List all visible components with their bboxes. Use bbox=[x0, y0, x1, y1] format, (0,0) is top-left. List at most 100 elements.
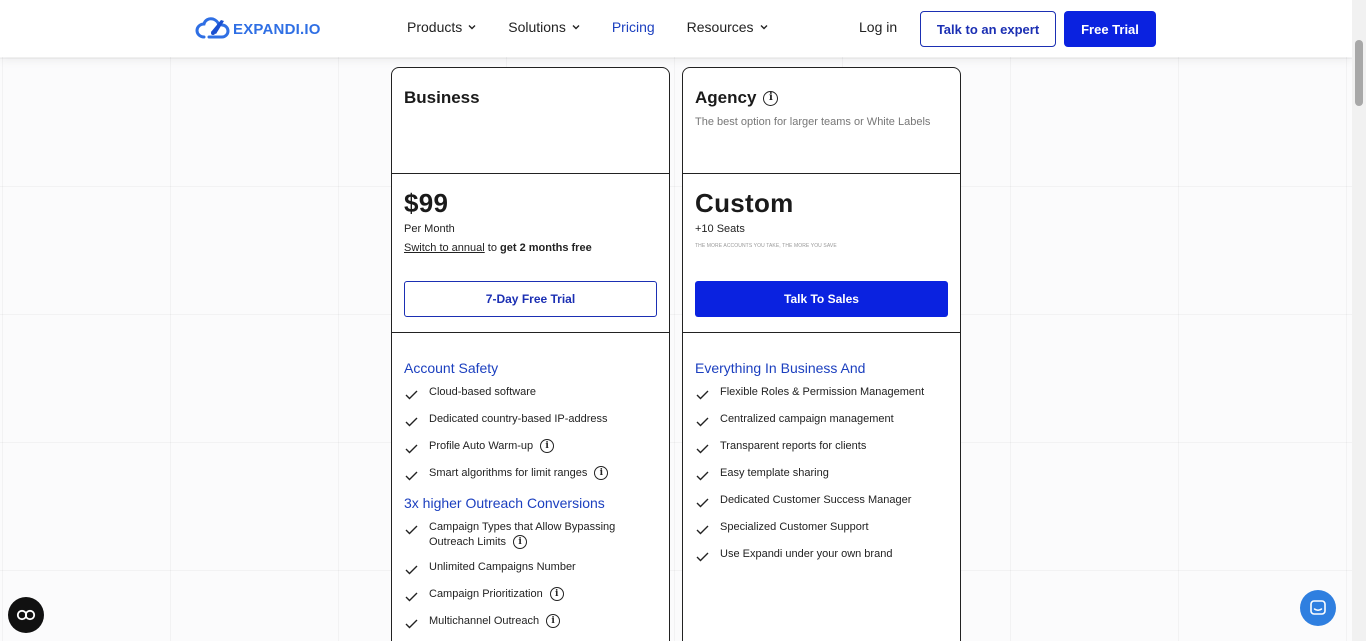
logo[interactable]: EXPANDI.IO bbox=[195, 15, 321, 43]
check-icon bbox=[405, 619, 418, 629]
feature-text: Transparent reports for clients bbox=[720, 440, 867, 452]
scrollbar-thumb[interactable] bbox=[1355, 40, 1363, 106]
feature-text: Cloud-based software bbox=[429, 386, 537, 398]
feature-item: Flexible Roles & Permission Management bbox=[695, 385, 948, 402]
feature-text: Campaign Prioritization bbox=[429, 588, 543, 600]
volume-savings-note: THE MORE ACCOUNTS YOU TAKE, THE MORE YOU… bbox=[695, 243, 837, 249]
feature-text: Centralized campaign management bbox=[720, 413, 894, 425]
check-icon bbox=[405, 444, 418, 454]
plan-price-block: Custom +10 Seats THE MORE ACCOUNTS YOU T… bbox=[683, 174, 960, 333]
check-icon bbox=[696, 417, 709, 427]
chevron-down-icon bbox=[572, 25, 580, 30]
plan-name-text: Agency bbox=[695, 88, 757, 107]
feature-text: Unlimited Campaigns Number bbox=[429, 561, 576, 573]
nav-resources[interactable]: Resources bbox=[687, 19, 768, 35]
nav-pricing[interactable]: Pricing bbox=[612, 19, 655, 35]
chat-launcher-button[interactable] bbox=[1300, 590, 1336, 626]
plan-subtitle: The best option for larger teams or Whit… bbox=[695, 116, 931, 128]
chevron-down-icon bbox=[760, 25, 768, 30]
plan-card-header: Agency i The best option for larger team… bbox=[683, 68, 960, 174]
feature-text: Flexible Roles & Permission Management bbox=[720, 386, 925, 398]
feature-text: Smart algorithms for limit ranges bbox=[429, 467, 588, 479]
feature-text: Dedicated country-based IP-address bbox=[429, 413, 608, 425]
check-icon bbox=[696, 390, 709, 400]
feature-item: Smart algorithms for limit ranges i bbox=[404, 466, 657, 483]
feature-item: Unlimited Campaigns Number bbox=[404, 560, 657, 577]
feature-text: Use Expandi under your own brand bbox=[720, 548, 893, 560]
info-icon[interactable]: i bbox=[763, 90, 779, 106]
check-icon bbox=[405, 417, 418, 427]
cookie-consent-button[interactable] bbox=[8, 597, 44, 633]
plan-period: Per Month bbox=[404, 223, 455, 235]
free-trial-7day-button[interactable]: 7-Day Free Trial bbox=[404, 281, 657, 317]
feature-text: Easy template sharing bbox=[720, 467, 829, 479]
annual-switch-line: Switch to annual to get 2 months free bbox=[404, 242, 657, 254]
info-icon[interactable]: i bbox=[546, 614, 561, 629]
check-icon bbox=[696, 471, 709, 481]
plan-features: Account Safety Cloud-based software Dedi… bbox=[392, 333, 669, 631]
feature-item: Specialized Customer Support bbox=[695, 520, 948, 537]
page-scrollbar[interactable] bbox=[1352, 0, 1366, 641]
login-link[interactable]: Log in bbox=[859, 19, 897, 35]
main-nav: Products Solutions Pricing Resources bbox=[407, 19, 800, 35]
plan-name: Agency i bbox=[695, 88, 948, 108]
check-icon bbox=[696, 525, 709, 535]
info-icon[interactable]: i bbox=[513, 535, 528, 550]
check-icon bbox=[696, 444, 709, 454]
talk-to-expert-button[interactable]: Talk to an expert bbox=[920, 11, 1056, 47]
nav-products[interactable]: Products bbox=[407, 19, 476, 35]
switch-to-annual-link[interactable]: Switch to annual bbox=[404, 242, 485, 254]
chat-icon bbox=[1310, 600, 1326, 615]
plan-price: Custom bbox=[695, 188, 794, 218]
free-trial-button[interactable]: Free Trial bbox=[1064, 11, 1156, 47]
nav-solutions[interactable]: Solutions bbox=[508, 19, 580, 35]
feature-item: Campaign Types that Allow Bypassing Outr… bbox=[404, 520, 657, 550]
feature-section-title: Everything In Business And bbox=[695, 360, 866, 376]
feature-text: Profile Auto Warm-up bbox=[429, 440, 534, 452]
feature-item: Dedicated Customer Success Manager bbox=[695, 493, 948, 510]
check-icon bbox=[696, 498, 709, 508]
site-header: EXPANDI.IO Products Solutions Pricing Re… bbox=[0, 0, 1352, 57]
nav-resources-label: Resources bbox=[686, 19, 754, 35]
nav-products-label: Products bbox=[407, 19, 463, 35]
feature-section-title: 3x higher Outreach Conversions bbox=[404, 495, 605, 511]
check-icon bbox=[405, 565, 418, 575]
info-icon[interactable]: i bbox=[549, 587, 564, 602]
feature-item: Centralized campaign management bbox=[695, 412, 948, 429]
feature-item: Transparent reports for clients bbox=[695, 439, 948, 456]
feature-item: Campaign Prioritization i bbox=[404, 587, 657, 604]
annual-discount-text: get 2 months free bbox=[500, 242, 592, 254]
check-icon bbox=[696, 552, 709, 562]
feature-item: Profile Auto Warm-up i bbox=[404, 439, 657, 456]
feature-text: Multichannel Outreach bbox=[429, 615, 540, 627]
plan-price-block: $99 Per Month Switch to annual to get 2 … bbox=[392, 174, 669, 333]
plan-seats: +10 Seats bbox=[695, 223, 745, 235]
feature-item: Dedicated country-based IP-address bbox=[404, 412, 657, 429]
plan-card-business: Business $99 Per Month Switch to annual … bbox=[391, 67, 670, 641]
feature-section-title: Account Safety bbox=[404, 360, 499, 376]
cookie-settings-icon bbox=[16, 609, 36, 621]
feature-item: Use Expandi under your own brand bbox=[695, 547, 948, 564]
plan-name-text: Business bbox=[404, 88, 480, 107]
feature-item: Cloud-based software bbox=[404, 385, 657, 402]
logo-cloud-rocket-icon bbox=[195, 17, 230, 39]
nav-solutions-label: Solutions bbox=[508, 19, 566, 35]
info-icon[interactable]: i bbox=[594, 466, 609, 481]
plan-name: Business bbox=[404, 88, 657, 108]
feature-item: Multichannel Outreach i bbox=[404, 614, 657, 631]
nav-pricing-label: Pricing bbox=[611, 19, 655, 35]
talk-to-sales-button[interactable]: Talk To Sales bbox=[695, 281, 948, 317]
feature-text: Specialized Customer Support bbox=[720, 521, 869, 533]
feature-text: Dedicated Customer Success Manager bbox=[720, 494, 912, 506]
plan-price: $99 bbox=[404, 188, 449, 218]
feature-item: Easy template sharing bbox=[695, 466, 948, 483]
plan-features: Everything In Business And Flexible Role… bbox=[683, 333, 960, 564]
info-icon[interactable]: i bbox=[540, 439, 555, 454]
plan-card-agency: Agency i The best option for larger team… bbox=[682, 67, 961, 641]
check-icon bbox=[405, 592, 418, 602]
check-icon bbox=[405, 390, 418, 400]
chevron-down-icon bbox=[468, 25, 476, 30]
switch-mid-text: to bbox=[484, 242, 501, 254]
check-icon bbox=[405, 471, 418, 481]
check-icon bbox=[405, 525, 418, 535]
